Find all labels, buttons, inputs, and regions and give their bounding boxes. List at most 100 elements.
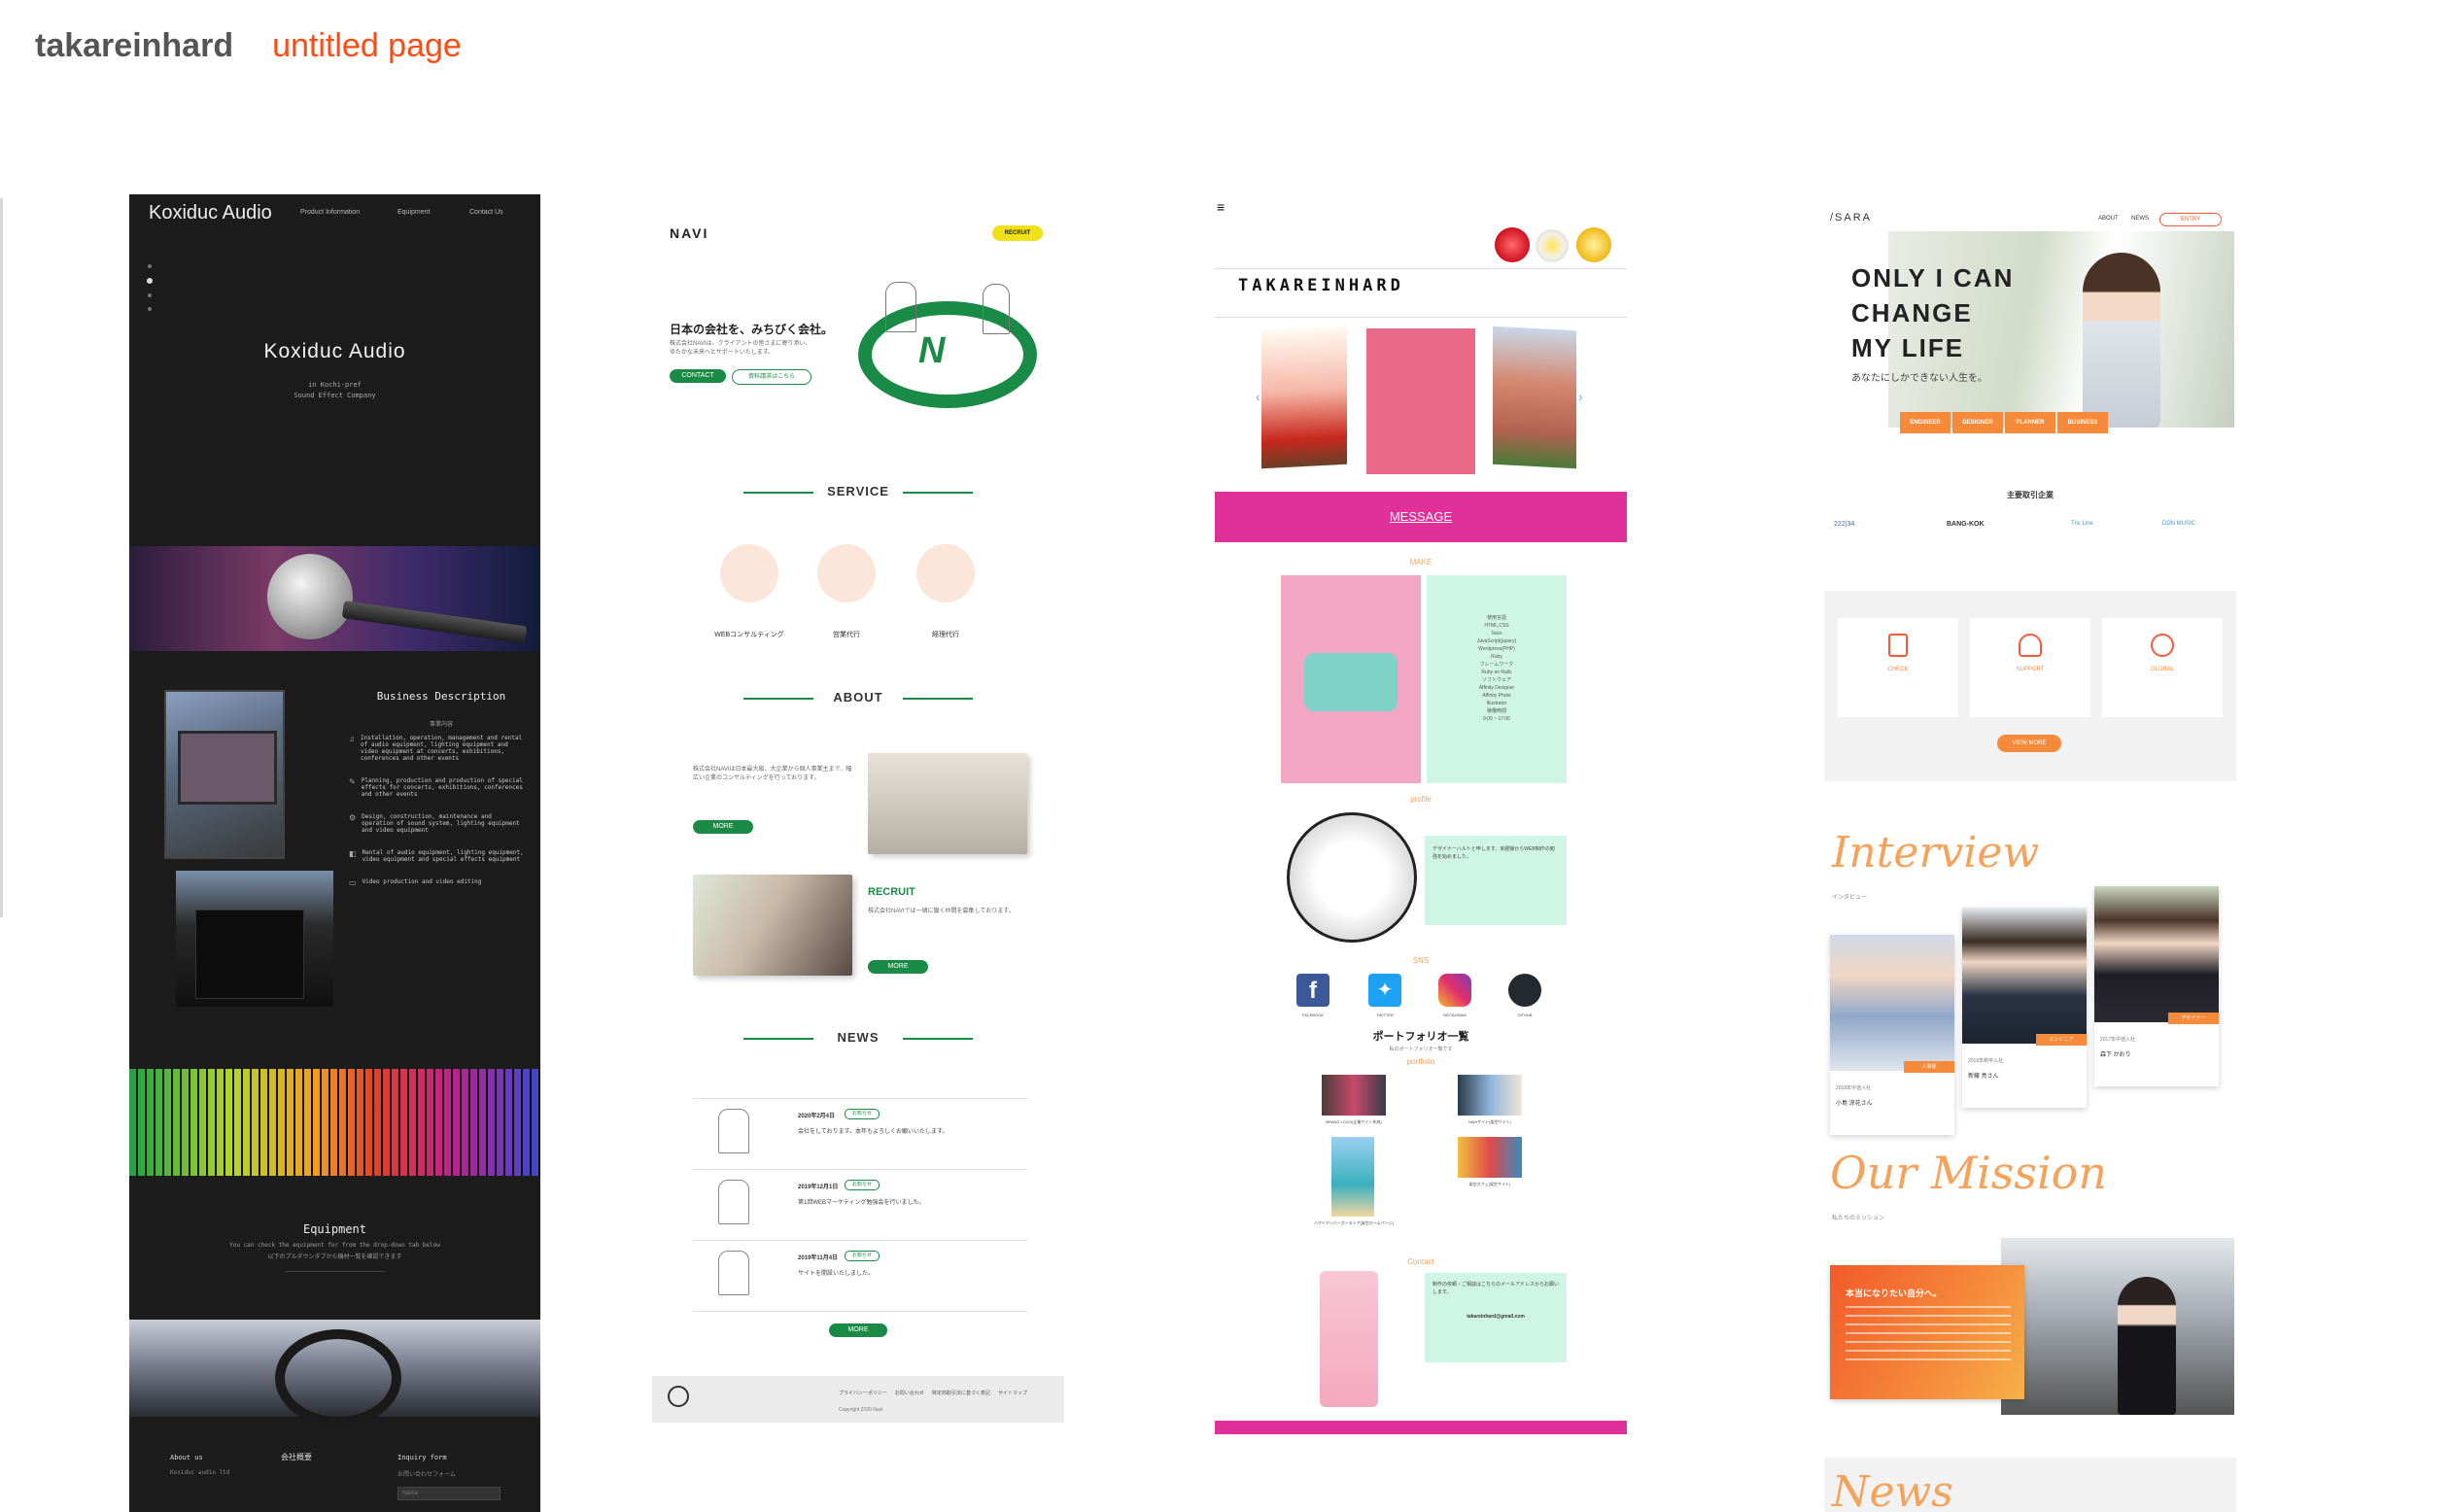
news-date: 2019年11月4日 <box>798 1255 839 1261</box>
work-thumbnail[interactable] <box>1458 1075 1522 1116</box>
about-text: 株式会社NAVIは日本最大級、大企業から個人事業主まで、幅広い企業のコンサルティ… <box>693 767 852 781</box>
business-person-illustration <box>885 282 916 332</box>
hamburger-icon[interactable]: ≡ <box>1217 200 1225 214</box>
twitter-icon[interactable]: ✦ <box>1368 974 1401 1007</box>
typewriter-photo <box>1281 575 1421 783</box>
speaker-icon: ◧ <box>349 849 357 858</box>
nav-news[interactable]: NEWS <box>2131 216 2149 222</box>
hero-subtitle: in Kochi-pref <box>308 381 362 389</box>
job-tab-business[interactable]: BUSINESS <box>2057 412 2108 433</box>
slider-dot[interactable] <box>148 264 152 268</box>
skill-line: JavaScript(jquery) <box>1476 638 1517 644</box>
slider-dot[interactable] <box>148 307 152 311</box>
mixer-banner <box>129 1320 540 1426</box>
sara-logo: /SARA <box>1830 212 1873 223</box>
skill-line: 9:00 ~ 17:00 <box>1483 716 1510 722</box>
site-name-link[interactable]: takareinhard <box>35 27 233 65</box>
nav-item-contact[interactable]: Contact Us <box>469 208 503 218</box>
footer-about[interactable]: About us <box>170 1454 203 1461</box>
github-icon[interactable] <box>1508 974 1541 1007</box>
sns-caption: TWITTER <box>1376 1013 1394 1017</box>
service-list: ♫ Installation, operation, management and… <box>349 735 524 887</box>
skill-line: Illustrator <box>1486 701 1507 706</box>
sales-illustration <box>817 544 876 602</box>
equipment-jp: 以下のプルダウンタブから機材一覧を確認できます <box>267 1254 402 1260</box>
footer-link[interactable]: お問い合わせ <box>895 1390 924 1396</box>
work-thumbnail[interactable] <box>1331 1137 1374 1217</box>
hero-subtitle: あなたにしかできない人生を。 <box>1851 373 1987 384</box>
service-item-label: 経理代行 <box>932 632 959 638</box>
interview-card[interactable]: 人事部 2018年中途入社 小島 涼花さん <box>1830 935 1954 1135</box>
news-item[interactable]: 2019年12月1日 お知らせ 第1回WEBマーケティング勉強会を行いました。 <box>693 1170 1027 1241</box>
interview-role-tag: エンジニア <box>2036 1034 2087 1046</box>
equipment-text: You can check the equipment for from the… <box>229 1242 440 1249</box>
contact-text: 制作の依頼・ご相談はこちらのメールアドレスからお願いします。 <box>1433 1282 1560 1295</box>
nav-about[interactable]: ABOUT <box>2098 216 2119 222</box>
carousel-next-icon[interactable]: › <box>1578 389 1583 404</box>
skill-line: フレームワーク <box>1479 662 1514 668</box>
footer-link[interactable]: プライバシーポリシー <box>839 1390 887 1396</box>
facebook-icon[interactable]: f <box>1296 974 1329 1007</box>
slider-dot-active[interactable] <box>147 278 153 284</box>
news-item[interactable]: 2019年11月4日 お知らせ サイトを開設いたしました。 <box>693 1241 1027 1312</box>
news-item[interactable]: 2020年2月4日 お知らせ 会社をしております。本年もよろしくお願いいたします… <box>693 1099 1027 1170</box>
skill-line: HTML,CSS <box>1484 623 1509 629</box>
footer-inquiry[interactable]: Inquiry form <box>397 1454 447 1461</box>
footer-link[interactable]: サイトマップ <box>998 1390 1027 1396</box>
web-consulting-illustration <box>720 544 778 602</box>
interview-role-tag: 人事部 <box>1904 1061 1954 1073</box>
view-more-button[interactable]: VIEW MORE <box>1997 735 2061 752</box>
hibiscus-red-icon <box>1495 227 1530 262</box>
recruit-badge-button[interactable]: RECRUIT <box>992 225 1043 241</box>
footer-name-input[interactable]: Name <box>397 1487 501 1500</box>
typewriter-shape <box>1304 653 1398 711</box>
nav-item-equipment[interactable]: Equipment <box>397 208 430 218</box>
portfolio-card-takareinhard[interactable]: ≡ TAKAREINHARD ‹ › MESSAGE MAKE 使用言語 HTML… <box>1215 194 1627 1512</box>
nav-item-product[interactable]: Product Information <box>300 208 360 218</box>
about-more-button[interactable]: MORE <box>693 820 753 834</box>
microphone-head-image <box>267 554 353 639</box>
contact-email-link[interactable]: takareinhard@gmail.com <box>1433 1314 1559 1320</box>
news-more-button[interactable]: MORE <box>829 1323 887 1337</box>
job-tab-designer[interactable]: DESIGNER <box>1952 412 2003 433</box>
portfolio-card-navi[interactable]: NAVI RECRUIT 日本の会社を、みちびく会社。 株式会社NAVIは、クラ… <box>652 194 1064 1512</box>
footer-link[interactable]: 特定商取引法に基づく表記 <box>932 1390 990 1396</box>
equipment-dropdown[interactable] <box>285 1271 385 1272</box>
section-divider <box>903 698 973 700</box>
speaker-box-shape <box>195 910 304 999</box>
work-thumbnail[interactable] <box>1322 1075 1386 1116</box>
interview-jp: インタビュー <box>1832 895 1868 901</box>
page-title[interactable]: untitled page <box>272 27 462 65</box>
work-thumbnail[interactable] <box>1458 1137 1522 1178</box>
entry-button[interactable]: ENTRY <box>2159 213 2222 226</box>
portfolio-card-koxiduc[interactable]: Koxiduc Audio Product Information Equipm… <box>129 194 540 1512</box>
speaker-truck-photo <box>176 871 333 1007</box>
plumeria-yellow-icon <box>1576 227 1611 262</box>
pink-wall-photo <box>1366 328 1475 474</box>
sns-caption: GITHUB <box>1517 1013 1533 1017</box>
job-tab-engineer[interactable]: ENGINEER <box>1900 412 1950 433</box>
globe-icon <box>2151 634 2174 657</box>
contact-button[interactable]: CONTACT <box>670 369 726 383</box>
documents-button[interactable]: 資料請求はこちら <box>732 369 811 385</box>
news-date: 2020年2月4日 <box>798 1114 836 1119</box>
carousel-prev-icon[interactable]: ‹ <box>1256 389 1260 404</box>
gear-icon: ⚙ <box>349 813 357 822</box>
service-title: SERVICE <box>827 484 889 498</box>
instagram-icon[interactable] <box>1438 974 1471 1007</box>
recruit-more-button[interactable]: MORE <box>868 960 928 974</box>
news-heading: News <box>1832 1467 1953 1512</box>
interview-card[interactable]: デザイナー 2017年中途入社 森下 かおり <box>2094 886 2219 1086</box>
business-person-illustration <box>983 284 1010 334</box>
portfolio-card-sara[interactable]: /SARA ABOUT NEWS ENTRY ONLY I CAN CHANGE… <box>1824 194 2236 1512</box>
section-divider <box>903 1038 973 1040</box>
interview-year: 2017年中途入社 <box>2100 1037 2136 1043</box>
video-icon: ▭ <box>349 878 357 887</box>
footer-company[interactable]: 会社概要 <box>281 1452 312 1462</box>
message-title[interactable]: MESSAGE <box>1215 509 1627 524</box>
interview-card[interactable]: エンジニア 2019年新卒入社 新藤 亮さん <box>1962 908 2087 1108</box>
client-logo: Tric Line <box>2071 521 2093 527</box>
job-tab-planner[interactable]: PLANNER <box>2005 412 2055 433</box>
slider-dot[interactable] <box>148 293 152 297</box>
navi-footer: プライバシーポリシー お問い合わせ 特定商取引法に基づく表記 サイトマップ Co… <box>652 1376 1064 1423</box>
